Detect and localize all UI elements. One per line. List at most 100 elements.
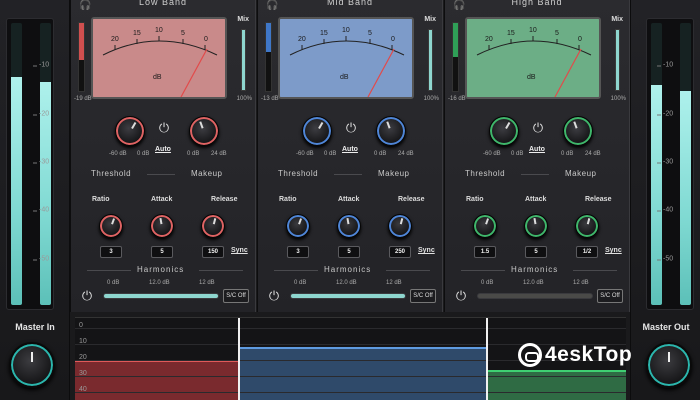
makeup-knob[interactable] [376,116,406,146]
sidechain-button[interactable]: S/C Off [410,289,436,303]
release-value[interactable]: 250 [389,246,411,258]
vu-tick-label: 15 [133,30,141,37]
vu-tick-label: 0 [204,36,208,43]
spectrum-band-low [75,360,238,400]
crossover-handle-mid-high[interactable] [486,318,488,400]
auto-power-icon[interactable]: ⏻ [343,120,359,136]
harmonics-max: 12 dB [199,280,215,286]
release-knob[interactable] [201,214,225,238]
ratio-value[interactable]: 1.5 [474,246,496,258]
threshold-label: Threshold [465,169,506,178]
vu-tick-label: 10 [529,27,537,34]
mix-fill [616,30,619,90]
harmonics-slider[interactable] [103,293,219,299]
makeup-knob[interactable] [189,116,219,146]
makeup-knob[interactable] [563,116,593,146]
ratio-value[interactable]: 3 [287,246,309,258]
attack-value[interactable]: 5 [338,246,360,258]
harmonics-power-icon[interactable]: ⏻ [453,288,469,304]
scale-tick: -20 [32,110,50,118]
master-in-strip: -10 -20 -30 -40 -50 Master In [0,0,70,400]
harmonics-min: 0 dB [481,280,494,286]
divider [521,174,549,175]
attack-value[interactable]: 5 [151,246,173,258]
release-knob[interactable] [388,214,412,238]
attack-knob[interactable] [524,214,548,238]
auto-power-icon[interactable]: ⏻ [156,120,172,136]
sidechain-button[interactable]: S/C Off [223,289,249,303]
scale-tick: -10 [656,61,674,69]
attack-knob[interactable] [150,214,174,238]
band-title: Mid Band [326,0,374,7]
divider [334,174,362,175]
gain-reduction-meter [452,22,459,92]
attack-knob[interactable] [337,214,361,238]
ratio-label: Ratio [466,196,484,203]
mix-slider[interactable] [615,29,620,91]
vu-tick-label: 5 [555,30,559,37]
spectrum-line-high [488,370,626,372]
crossover-handle-low-mid[interactable] [238,318,240,400]
release-value[interactable]: 1/2 [576,246,598,258]
threshold-max: 0 dB [137,151,150,157]
threshold-label: Threshold [91,169,132,178]
release-knob[interactable] [575,214,599,238]
attack-label: Attack [338,196,360,203]
harmonics-max: 12 dB [386,280,402,286]
sidechain-button[interactable]: S/C Off [597,289,623,303]
harmonics-power-icon[interactable]: ⏻ [266,288,282,304]
auto-button[interactable]: Auto [155,146,171,153]
harmonics-power-icon[interactable]: ⏻ [79,288,95,304]
attack-value[interactable]: 5 [525,246,547,258]
sync-button[interactable]: Sync [231,247,248,254]
spectrum-scale: 0 [79,322,83,329]
vu-tick-label: 10 [342,27,350,34]
vu-unit-label: dB [340,74,349,81]
vu-tick-label: 20 [111,36,119,43]
divider [147,174,175,175]
auto-button[interactable]: Auto [342,146,358,153]
master-in-knob[interactable] [9,342,55,388]
band-panel-mid: 🎧 Mid Band -13 dB 20 15 10 5 0 dB Mix 10… [257,0,443,312]
spectrum-scale: 20 [79,354,87,361]
spectrum-display: 0 10 20 30 40 [75,317,626,400]
master-in-meter: -10 -20 -30 -40 -50 [6,18,54,310]
grid-line [75,360,626,361]
ratio-label: Ratio [92,196,110,203]
grid-line [75,376,626,377]
master-out-scale: -10 -20 -30 -40 -50 [656,19,679,309]
ratio-value[interactable]: 3 [100,246,122,258]
mix-label: Mix [611,16,623,23]
band-title: Low Band [138,0,188,7]
threshold-max: 0 dB [324,151,337,157]
mix-slider[interactable] [428,29,433,91]
auto-button[interactable]: Auto [529,146,545,153]
harmonics-slider[interactable] [477,293,593,299]
mix-slider[interactable] [241,29,246,91]
master-out-meter-right [680,23,691,305]
sync-button[interactable]: Sync [418,247,435,254]
sync-button[interactable]: Sync [605,247,622,254]
vu-tick-label: 5 [368,30,372,37]
vu-tick-label: 15 [507,30,515,37]
makeup-label: Makeup [378,169,410,178]
threshold-knob[interactable] [302,116,332,146]
scale-tick: -30 [32,158,50,166]
ratio-knob[interactable] [286,214,310,238]
master-out-knob[interactable] [646,342,692,388]
auto-power-icon[interactable]: ⏻ [530,120,546,136]
gain-reduction-meter [78,22,85,92]
threshold-knob[interactable] [489,116,519,146]
ratio-knob[interactable] [473,214,497,238]
master-out-meter: -10 -20 -30 -40 -50 [646,18,694,310]
threshold-knob[interactable] [115,116,145,146]
ratio-knob[interactable] [99,214,123,238]
harmonics-slider[interactable] [290,293,406,299]
harmonics-value: 12.0 dB [523,280,544,286]
vu-tick-label: 0 [391,36,395,43]
gain-reduction-fill [266,23,271,52]
mix-value: 100% [423,96,439,102]
release-value[interactable]: 150 [202,246,224,258]
band-panel-low: 🎧 Low Band -19 dB 20 15 10 5 0 dB Mix 10… [70,0,256,312]
scale-tick: -20 [656,110,674,118]
